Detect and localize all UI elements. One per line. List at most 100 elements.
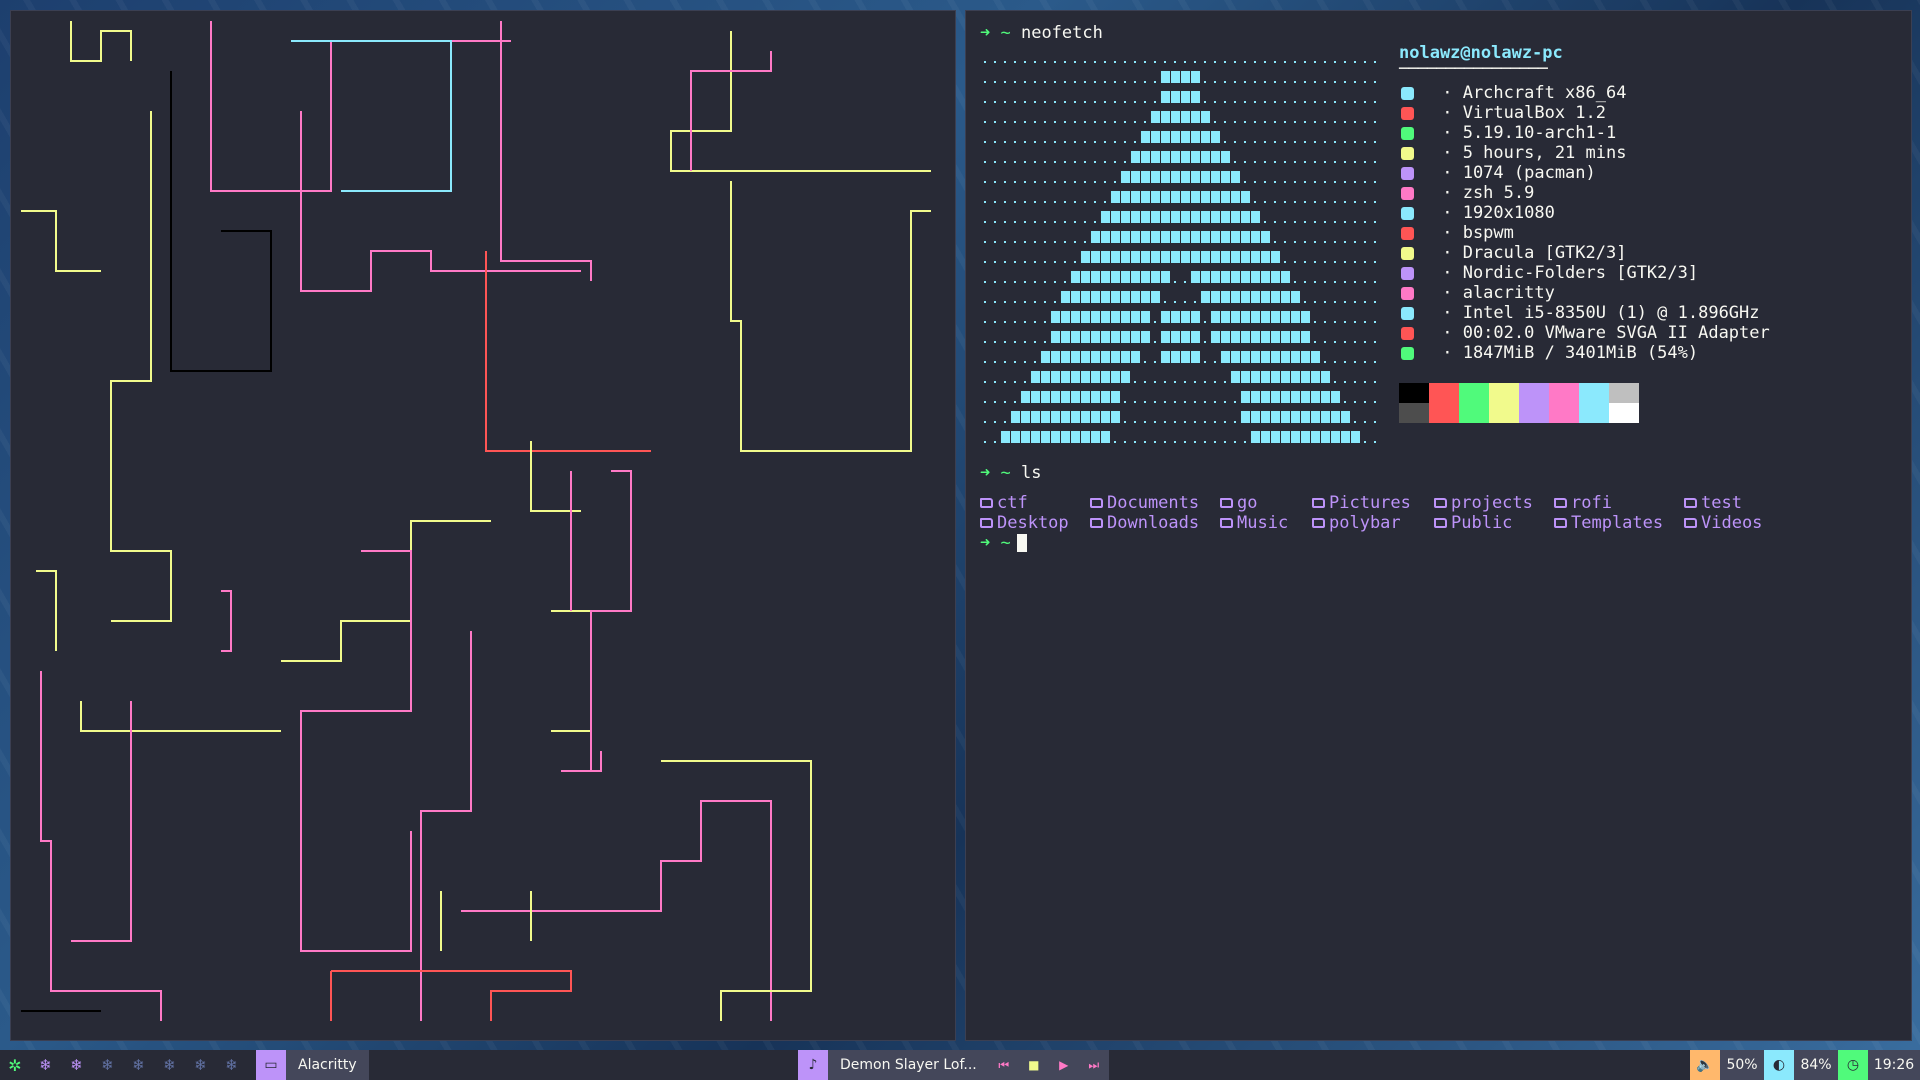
logo-dot — [1294, 281, 1296, 283]
pipe-segment — [21, 210, 101, 272]
logo-block — [1061, 311, 1070, 323]
logo-dot — [1154, 101, 1156, 103]
logo-dot — [1154, 61, 1156, 63]
workspace-7[interactable]: ❄ — [216, 1050, 247, 1080]
logo-block — [1181, 331, 1190, 343]
logo-dot — [1204, 341, 1206, 343]
logo-block — [1151, 191, 1160, 203]
logo-dot — [1064, 261, 1066, 263]
workspace-2[interactable]: ❄ — [61, 1050, 92, 1080]
logo-block — [1231, 331, 1240, 343]
logo-block — [1171, 111, 1180, 123]
logo-dot — [1254, 141, 1256, 143]
logo-dot — [1054, 141, 1056, 143]
logo-dot — [1054, 121, 1056, 123]
logo-block — [1181, 111, 1190, 123]
logo-block — [1151, 251, 1160, 263]
pipes-terminal-window[interactable] — [10, 10, 956, 1041]
logo-block — [1161, 151, 1170, 163]
logo-block — [1321, 411, 1330, 423]
logo-dot — [1344, 401, 1346, 403]
pipe-segment — [210, 21, 511, 192]
logo-block — [1111, 271, 1120, 283]
ls-entry: go — [1220, 493, 1312, 513]
logo-dot — [1364, 361, 1366, 363]
logo-dot — [1364, 221, 1366, 223]
next-track-icon[interactable]: ⏭ — [1078, 1050, 1109, 1080]
brightness-icon[interactable]: ◐ — [1764, 1050, 1794, 1080]
logo-dot — [1134, 101, 1136, 103]
logo-dot — [1084, 161, 1086, 163]
workspace-4[interactable]: ❄ — [123, 1050, 154, 1080]
logo-block — [1281, 351, 1290, 363]
volume-icon[interactable]: 🔈 — [1690, 1050, 1720, 1080]
logo-dot — [1334, 261, 1336, 263]
logo-dot — [1254, 201, 1256, 203]
logo-dot — [1024, 141, 1026, 143]
logo-dot — [1284, 61, 1286, 63]
logo-dot — [1094, 101, 1096, 103]
logo-block — [1191, 171, 1200, 183]
logo-block — [1171, 211, 1180, 223]
logo-dot — [1164, 441, 1166, 443]
gear-icon[interactable]: ✲ — [0, 1050, 30, 1080]
logo-dot — [1334, 141, 1336, 143]
workspace-3[interactable]: ❄ — [92, 1050, 123, 1080]
logo-block — [1161, 331, 1170, 343]
logo-dot — [984, 81, 986, 83]
logo-dot — [1174, 401, 1176, 403]
workspace-5[interactable]: ❄ — [154, 1050, 185, 1080]
previous-track-icon[interactable]: ⏮ — [988, 1050, 1019, 1080]
logo-block — [1191, 311, 1200, 323]
logo-dot — [1224, 101, 1226, 103]
logo-dot — [1344, 281, 1346, 283]
logo-dot — [1344, 361, 1346, 363]
logo-dot — [1044, 301, 1046, 303]
pipe-segment — [551, 610, 592, 732]
logo-dot — [1184, 441, 1186, 443]
logo-dot — [1044, 261, 1046, 263]
music-title[interactable]: Demon Slayer Lof... — [828, 1050, 989, 1080]
color-swatch — [1489, 383, 1519, 403]
logo-dot — [984, 421, 986, 423]
logo-block — [1281, 391, 1290, 403]
logo-dot — [1074, 181, 1076, 183]
logo-dot — [1314, 141, 1316, 143]
logo-dot — [1354, 321, 1356, 323]
info-value: · 1847MiB / 3401MiB (54%) — [1432, 343, 1699, 363]
neofetch-terminal-window[interactable]: ➜ ~ neofetch nolawz@nolawz-pc ──────────… — [965, 10, 1912, 1041]
logo-dot — [1134, 441, 1136, 443]
logo-dot — [1034, 61, 1036, 63]
logo-dot — [1154, 401, 1156, 403]
logo-dot — [1244, 441, 1246, 443]
logo-block — [1211, 191, 1220, 203]
logo-dot — [1364, 321, 1366, 323]
info-row: · VirtualBox 1.2 — [1399, 103, 1770, 123]
logo-block — [1301, 351, 1310, 363]
logo-block — [1141, 131, 1150, 143]
logo-block — [1011, 431, 1020, 443]
logo-block — [1101, 391, 1110, 403]
logo-dot — [1344, 61, 1346, 63]
logo-dot — [1314, 301, 1316, 303]
logo-block — [1161, 231, 1170, 243]
stop-icon[interactable]: ■ — [1018, 1050, 1049, 1080]
logo-block — [1071, 431, 1080, 443]
logo-dot — [1354, 141, 1356, 143]
logo-block — [1221, 271, 1230, 283]
logo-block — [1181, 91, 1190, 103]
info-value: · zsh 5.9 — [1432, 183, 1535, 203]
logo-dot — [1324, 101, 1326, 103]
logo-block — [1081, 271, 1090, 283]
play-icon[interactable]: ▶ — [1048, 1050, 1079, 1080]
logo-dot — [1234, 81, 1236, 83]
logo-block — [1291, 371, 1300, 383]
logo-dot — [1234, 401, 1236, 403]
workspace-1[interactable]: ❄ — [30, 1050, 61, 1080]
logo-dot — [1314, 341, 1316, 343]
logo-dot — [1124, 401, 1126, 403]
prompt-line-3[interactable]: ➜ ~ — [980, 533, 1027, 553]
logo-dot — [1134, 61, 1136, 63]
logo-block — [1281, 371, 1290, 383]
workspace-6[interactable]: ❄ — [185, 1050, 216, 1080]
